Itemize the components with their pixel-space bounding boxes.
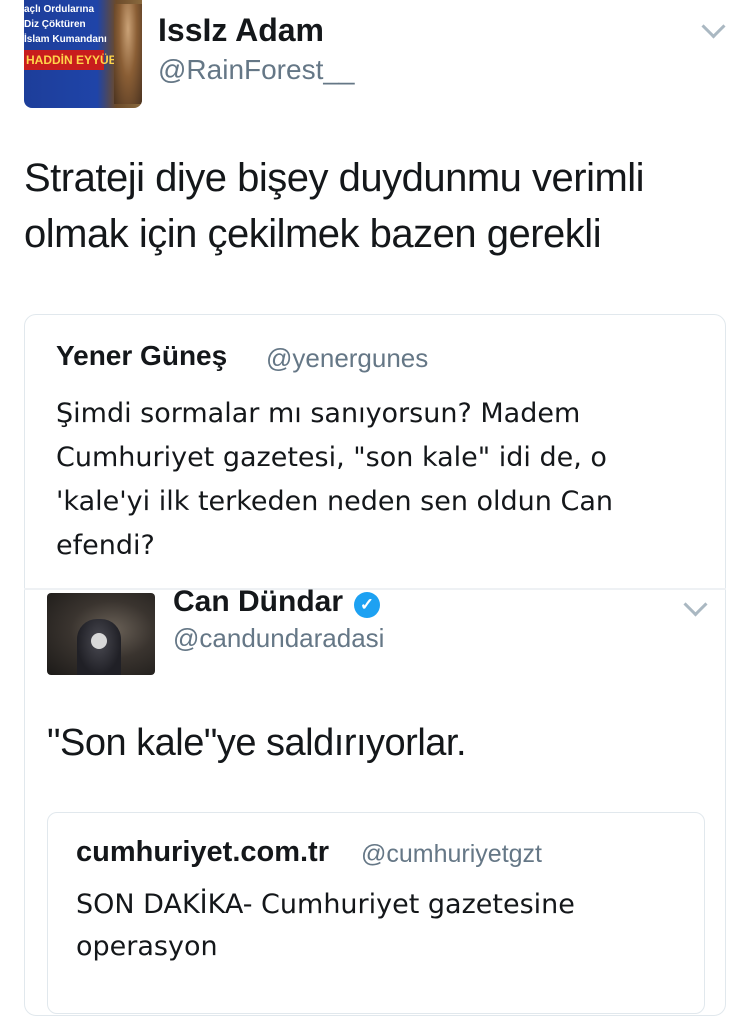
tweet-text: Strateji diye bişey duydunmu verimli olm… (24, 156, 645, 256)
embedded-tweet-text: "Son kale"ye saldırıyorlar. (47, 722, 467, 764)
quoted-author-name: Yener Güneş (56, 340, 228, 371)
embedded-author-avatar[interactable] (47, 593, 155, 675)
avatar-shirt-print (91, 633, 107, 649)
avatar-banner: HADDİN EYYÜBİ (24, 50, 121, 70)
nested-quoted-author-handle: @cumhuriyetgzt (361, 840, 542, 868)
author-name[interactable]: IssIz Adam (158, 12, 324, 49)
quoted-author-handle: @yenergunes (266, 343, 429, 373)
divider (24, 588, 726, 590)
author-avatar[interactable]: açlı Ordularına Diz Çöktüren İslam Kuman… (24, 0, 142, 108)
nested-quoted-author-name: cumhuriyet.com.tr (76, 836, 329, 868)
nested-quoted-tweet-text: SON DAKİKA- Cumhuriyet gazetesine operas… (76, 889, 575, 962)
avatar-text-line-2: Diz Çöktüren (24, 19, 86, 30)
embedded-author-name[interactable]: Can Dündar (173, 585, 343, 619)
quoted-tweet-text: Şimdi sormalar mı sanıyorsun? Madem Cumh… (56, 398, 613, 561)
avatar-text-line-3: İslam Kumandanı (24, 34, 107, 45)
embedded-author-handle[interactable]: @candundaradasi (173, 623, 384, 654)
avatar-text-line-1: açlı Ordularına (24, 4, 95, 15)
chevron-down-icon[interactable] (701, 14, 726, 39)
author-handle[interactable]: @RainForest__ (158, 54, 355, 86)
avatar-portrait (114, 4, 142, 104)
verified-badge-icon: ✓ (354, 592, 380, 618)
